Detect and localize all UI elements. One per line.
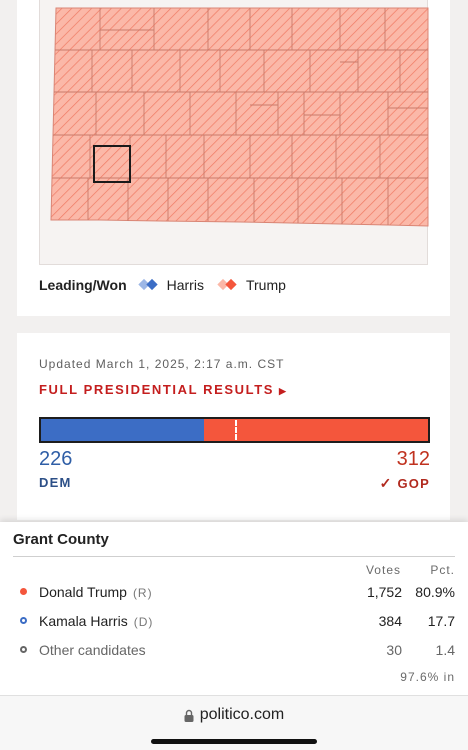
county-map[interactable] xyxy=(39,0,429,265)
candidate-pct: 1.4 xyxy=(435,642,455,658)
results-card: Updated March 1, 2025, 2:17 a.m. CST FUL… xyxy=(17,333,450,520)
votes-column-header: Votes xyxy=(365,563,401,577)
county-name: Grant County xyxy=(13,531,109,548)
electoral-vote-bar xyxy=(39,417,430,443)
legend-trump-label: Trump xyxy=(245,277,286,293)
lock-icon xyxy=(184,709,194,722)
majority-line xyxy=(234,420,237,440)
legend-harris-label: Harris xyxy=(166,277,204,293)
candidate-votes: 384 xyxy=(378,613,402,629)
updated-timestamp: Updated March 1, 2025, 2:17 a.m. CST xyxy=(39,357,285,371)
other-dot-icon xyxy=(20,646,27,653)
reporting-status: 97.6% in xyxy=(400,670,455,684)
candidate-name: Other candidates xyxy=(39,642,146,658)
url-text: politico.com xyxy=(199,706,285,723)
legend-lead-label: Leading/Won xyxy=(39,277,127,293)
dem-bar-segment xyxy=(41,419,204,441)
triangle-right-icon: ▶ xyxy=(279,386,288,396)
gop-electoral-votes: 312 xyxy=(396,448,430,470)
gop-winner-label: ✓ GOP xyxy=(380,475,430,492)
dem-label: DEM xyxy=(39,475,72,490)
url-display[interactable]: politico.com xyxy=(0,706,468,724)
harris-diamond-icon xyxy=(137,278,161,292)
county-map-svg[interactable] xyxy=(40,0,429,265)
candidate-name: Kamala Harris (D) xyxy=(39,613,154,629)
checkmark-icon: ✓ xyxy=(379,475,393,491)
full-results-link-label: FULL PRESIDENTIAL RESULTS xyxy=(39,382,275,397)
candidate-votes: 30 xyxy=(386,642,402,658)
dem-electoral-votes: 226 xyxy=(39,448,73,470)
candidate-row-harris: Kamala Harris (D) 384 17.7 xyxy=(0,611,468,631)
harris-dot-icon xyxy=(20,617,27,624)
county-popup: Grant County Votes Pct. Donald Trump (R) … xyxy=(0,522,468,695)
candidate-name: Donald Trump (R) xyxy=(39,584,153,600)
trump-dot-icon xyxy=(20,588,27,595)
candidate-pct: 80.9% xyxy=(415,584,455,600)
full-results-link[interactable]: FULL PRESIDENTIAL RESULTS ▶ xyxy=(39,382,288,397)
candidate-votes: 1,752 xyxy=(366,584,402,600)
pct-column-header: Pct. xyxy=(430,563,455,577)
candidate-pct: 17.7 xyxy=(427,613,455,629)
state-shape xyxy=(50,7,429,227)
browser-address-bar[interactable]: politico.com xyxy=(0,695,468,750)
divider xyxy=(13,556,455,557)
trump-diamond-icon xyxy=(216,278,240,292)
candidate-row-trump: Donald Trump (R) 1,752 80.9% xyxy=(0,582,468,602)
map-card: Leading/Won Harris Trump xyxy=(17,0,450,316)
candidate-row-other: Other candidates 30 1.4 xyxy=(0,640,468,660)
gop-bar-segment xyxy=(203,419,428,441)
gop-label: GOP xyxy=(397,476,430,491)
home-indicator[interactable] xyxy=(151,739,317,744)
map-legend: Leading/Won Harris Trump xyxy=(39,276,298,294)
